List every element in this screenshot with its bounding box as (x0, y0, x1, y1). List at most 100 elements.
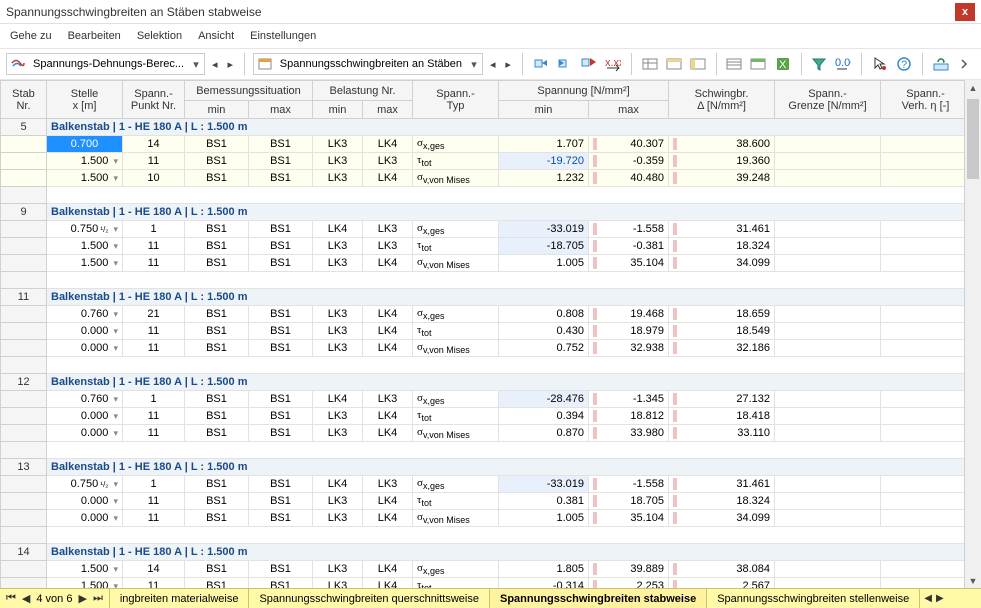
table-row[interactable]: 1.500 ▾10BS1BS1LK3LK4σv,von Mises1.23240… (1, 170, 965, 187)
cell-typ[interactable]: τtot (413, 408, 499, 425)
cell-bsmax[interactable]: BS1 (249, 408, 313, 425)
col-vh[interactable]: Spann.-Verh. η [-] (881, 81, 964, 119)
cell-vh[interactable] (881, 408, 964, 425)
cell-bsmin[interactable]: BS1 (185, 408, 249, 425)
grid-wrap[interactable]: StabNr. Stellex [m] Spann.-Punkt Nr. Bem… (0, 80, 964, 588)
cell-bsmin[interactable]: BS1 (185, 153, 249, 170)
col-bmin[interactable]: min (185, 101, 249, 119)
menu-ansicht[interactable]: Ansicht (198, 30, 234, 42)
hscroll-left-icon[interactable]: ◀ (924, 593, 932, 604)
cell-sw[interactable]: 18.659 (669, 306, 775, 323)
cell-lkmax[interactable]: LK3 (363, 391, 413, 408)
cell-spkt[interactable]: 1 (123, 476, 185, 493)
cell-spkt[interactable]: 10 (123, 170, 185, 187)
cell-bsmin[interactable]: BS1 (185, 493, 249, 510)
table-row[interactable]: 0.760 ▾1BS1BS1LK4LK3σx,ges-28.476-1.3452… (1, 391, 965, 408)
cell-lkmax[interactable]: LK4 (363, 136, 413, 153)
cell-gr[interactable] (775, 153, 881, 170)
cell-bsmax[interactable]: BS1 (249, 306, 313, 323)
cell-smin[interactable]: -19.720 (499, 153, 589, 170)
cell-smax[interactable]: -1.345 (589, 391, 669, 408)
cell-bsmax[interactable]: BS1 (249, 425, 313, 442)
cell-vh[interactable] (881, 578, 964, 589)
cell-spkt[interactable]: 1 (123, 391, 185, 408)
cell-stelle[interactable]: 1.500 ▾ (47, 170, 123, 187)
cell-sw[interactable]: 34.099 (669, 255, 775, 272)
help-button[interactable]: ? (894, 53, 914, 75)
cell-lkmax[interactable]: LK4 (363, 493, 413, 510)
cell-sw[interactable]: 2.567 (669, 578, 775, 589)
table-row[interactable]: 1.500 ▾11BS1BS1LK3LK3τtot-18.705-0.38118… (1, 238, 965, 255)
module-selector[interactable]: Spannungs-Dehnungs-Berec... ▾ (6, 53, 205, 75)
cell-bsmin[interactable]: BS1 (185, 476, 249, 493)
cell-typ[interactable]: σv,von Mises (413, 170, 499, 187)
sheet-tab[interactable]: Spannungsschwingbreiten stabweise (490, 589, 707, 608)
table-row[interactable]: 1.500 ▾11BS1BS1LK3LK3τtot-19.720-0.35919… (1, 153, 965, 170)
col-smax[interactable]: max (589, 101, 669, 119)
cell-gr[interactable] (775, 170, 881, 187)
cell-sw[interactable]: 34.099 (669, 510, 775, 527)
cell-smax[interactable]: 40.480 (589, 170, 669, 187)
menu-einstellungen[interactable]: Einstellungen (250, 30, 316, 42)
cell-vh[interactable] (881, 153, 964, 170)
cell-smax[interactable]: -1.558 (589, 476, 669, 493)
table-row[interactable]: 0.000 ▾11BS1BS1LK3LK4τtot0.39418.81218.4… (1, 408, 965, 425)
cell-smax[interactable]: 35.104 (589, 255, 669, 272)
sheet-tab[interactable]: ingbreiten materialweise (110, 589, 250, 608)
cell-smin[interactable]: 0.808 (499, 306, 589, 323)
col-lmin[interactable]: min (313, 101, 363, 119)
chevron-down-icon[interactable]: ▾ (466, 58, 482, 71)
hscroll-right-icon[interactable]: ▶ (936, 593, 944, 604)
cell-gr[interactable] (775, 306, 881, 323)
cell-bsmax[interactable]: BS1 (249, 136, 313, 153)
cell-lkmax[interactable]: LK4 (363, 170, 413, 187)
cell-sw[interactable]: 33.110 (669, 425, 775, 442)
cell-stelle[interactable]: 0.000 ▾ (47, 323, 123, 340)
cell-spkt[interactable]: 11 (123, 153, 185, 170)
cell-spkt[interactable]: 11 (123, 323, 185, 340)
cell-bsmax[interactable]: BS1 (249, 510, 313, 527)
cell-lkmax[interactable]: LK4 (363, 340, 413, 357)
cell-bsmin[interactable]: BS1 (185, 255, 249, 272)
col-stab[interactable]: StabNr. (1, 81, 47, 119)
col-sw[interactable]: Schwingbr.Δ [N/mm²] (669, 81, 775, 119)
col-stelle[interactable]: Stellex [m] (47, 81, 123, 119)
cell-lkmin[interactable]: LK3 (313, 323, 363, 340)
table-selector[interactable]: Spannungsschwingbreiten an Stäben ▾ (253, 53, 483, 75)
cell-typ[interactable]: σv,von Mises (413, 340, 499, 357)
pager-next-icon[interactable]: ▶ (78, 592, 86, 605)
cell-lkmin[interactable]: LK3 (313, 510, 363, 527)
cell-lkmax[interactable]: LK4 (363, 306, 413, 323)
cell-smax[interactable]: 40.307 (589, 136, 669, 153)
cell-lkmin[interactable]: LK3 (313, 425, 363, 442)
cell-stelle[interactable]: 0.700 (47, 136, 123, 153)
cell-typ[interactable]: τtot (413, 238, 499, 255)
cell-spkt[interactable]: 14 (123, 561, 185, 578)
cell-typ[interactable]: σx,ges (413, 476, 499, 493)
cell-gr[interactable] (775, 255, 881, 272)
cell-stelle[interactable]: 0.000 ▾ (47, 493, 123, 510)
cell-lkmax[interactable]: LK3 (363, 153, 413, 170)
cell-smin[interactable]: 1.005 (499, 255, 589, 272)
cell-stelle[interactable]: 1.500 ▾ (47, 561, 123, 578)
cell-stelle[interactable]: 0.760 ▾ (47, 306, 123, 323)
tool-btn-7[interactable] (688, 53, 708, 75)
col-sp[interactable]: Spannung [N/mm²] (499, 81, 669, 101)
cell-vh[interactable] (881, 323, 964, 340)
cell-stelle[interactable]: 0.750 ¹/₂ ▾ (47, 221, 123, 238)
cell-smin[interactable]: 0.870 (499, 425, 589, 442)
table-row[interactable]: 1.500 ▾11BS1BS1LK3LK4σv,von Mises1.00535… (1, 255, 965, 272)
cell-bsmin[interactable]: BS1 (185, 561, 249, 578)
table-row[interactable]: 0.750 ¹/₂ ▾1BS1BS1LK4LK3σx,ges-33.019-1.… (1, 476, 965, 493)
cell-spkt[interactable]: 11 (123, 493, 185, 510)
cell-vh[interactable] (881, 238, 964, 255)
cell-sw[interactable]: 18.324 (669, 238, 775, 255)
cell-lkmax[interactable]: LK3 (363, 476, 413, 493)
cell-gr[interactable] (775, 408, 881, 425)
cell-typ[interactable]: τtot (413, 323, 499, 340)
cell-typ[interactable]: σv,von Mises (413, 510, 499, 527)
cell-stelle[interactable]: 1.500 ▾ (47, 255, 123, 272)
cell-lkmin[interactable]: LK3 (313, 238, 363, 255)
pager-last-icon[interactable]: ⏭ (93, 592, 103, 605)
tool-btn-4[interactable]: x.xx (603, 53, 623, 75)
